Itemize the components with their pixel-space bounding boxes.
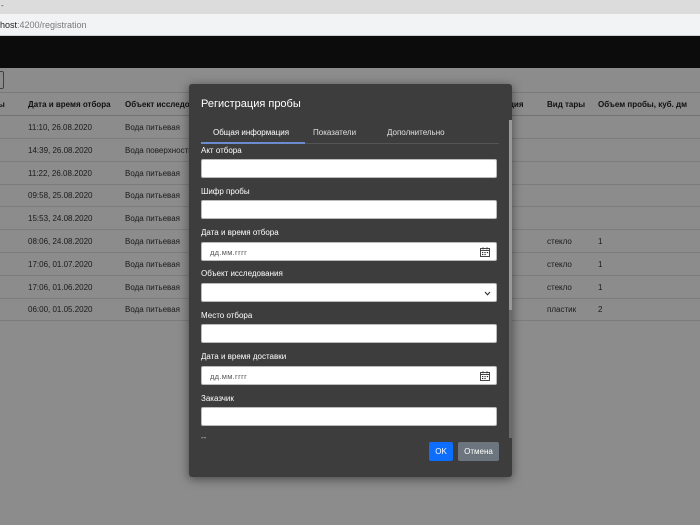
calendar-icon[interactable] (480, 247, 490, 257)
place-input[interactable] (201, 324, 497, 343)
modal-title: Регистрация пробы (201, 98, 301, 110)
modal-form-scroll[interactable]: Акт отбора Шифр пробы Дата и время отбор… (189, 144, 512, 440)
tab-indicators[interactable]: Показатели (313, 128, 356, 137)
ok-button[interactable]: OK (429, 442, 453, 461)
delivery-datetime-input[interactable]: дд.мм.гггг (201, 366, 497, 385)
calendar-icon[interactable] (480, 371, 490, 381)
customer-input[interactable] (201, 407, 497, 426)
cipher-label: Шифр пробы (201, 187, 250, 196)
act-label: Акт отбора (201, 146, 242, 155)
tab-general-info[interactable]: Общая информация (213, 128, 289, 137)
chevron-down-icon (484, 291, 491, 296)
registration-modal: Регистрация пробы Общая информация Показ… (189, 84, 512, 477)
delivery-datetime-label: Дата и время доставки (201, 352, 287, 361)
delivery-datetime-placeholder: дд.мм.гггг (210, 372, 248, 381)
next-field-hint: -- (201, 433, 207, 440)
act-input[interactable] (201, 159, 497, 178)
browser-titlebar: - (0, 0, 700, 14)
sampling-datetime-input[interactable]: дд.мм.гггг (201, 242, 497, 261)
object-label: Объект исследования (201, 269, 283, 278)
sampling-datetime-label: Дата и время отбора (201, 228, 279, 237)
cancel-button[interactable]: Отмена (458, 442, 499, 461)
tab-additional[interactable]: Дополнительно (387, 128, 445, 137)
sampling-datetime-placeholder: дд.мм.гггг (210, 248, 248, 257)
url-text[interactable]: host:4200/registration (0, 19, 87, 31)
modal-scrollbar-thumb[interactable] (509, 120, 512, 310)
url-path: :4200/registration (17, 20, 87, 30)
modal-tabs: Общая информация Показатели Дополнительн… (201, 122, 499, 144)
url-host: host (0, 20, 18, 30)
tab-strip-edge: - (1, 1, 4, 10)
modal-scrollbar[interactable] (509, 120, 512, 438)
cipher-input[interactable] (201, 200, 497, 219)
object-select[interactable] (201, 283, 497, 302)
customer-label: Заказчик (201, 394, 234, 403)
address-bar[interactable]: host:4200/registration (0, 14, 700, 36)
place-label: Место отбора (201, 311, 253, 320)
